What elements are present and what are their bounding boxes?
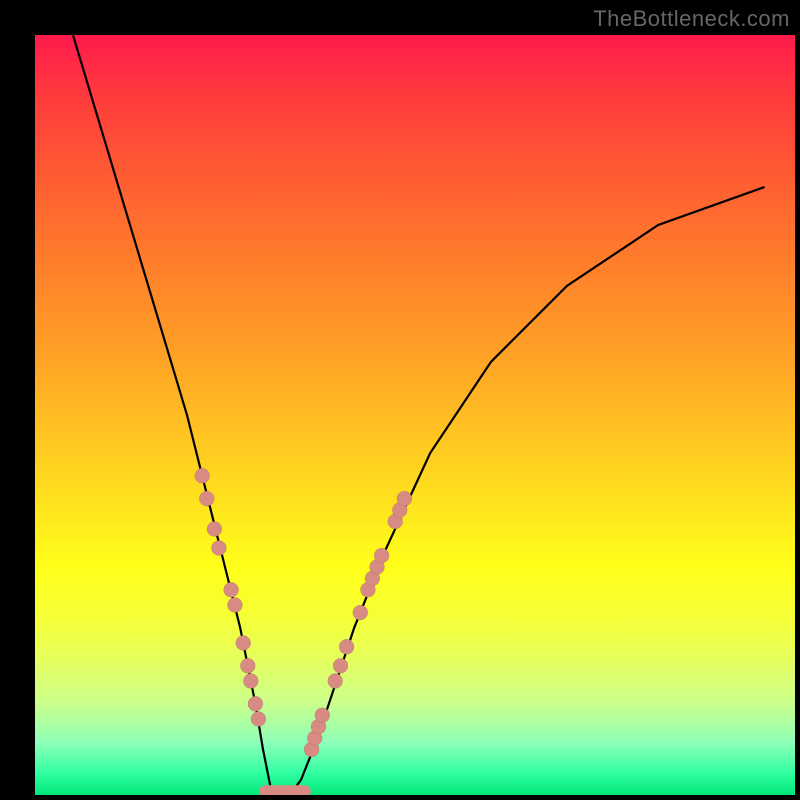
chart-frame: TheBottleneck.com (0, 0, 800, 800)
watermark-text: TheBottleneck.com (593, 6, 790, 32)
gradient-background (35, 35, 795, 795)
